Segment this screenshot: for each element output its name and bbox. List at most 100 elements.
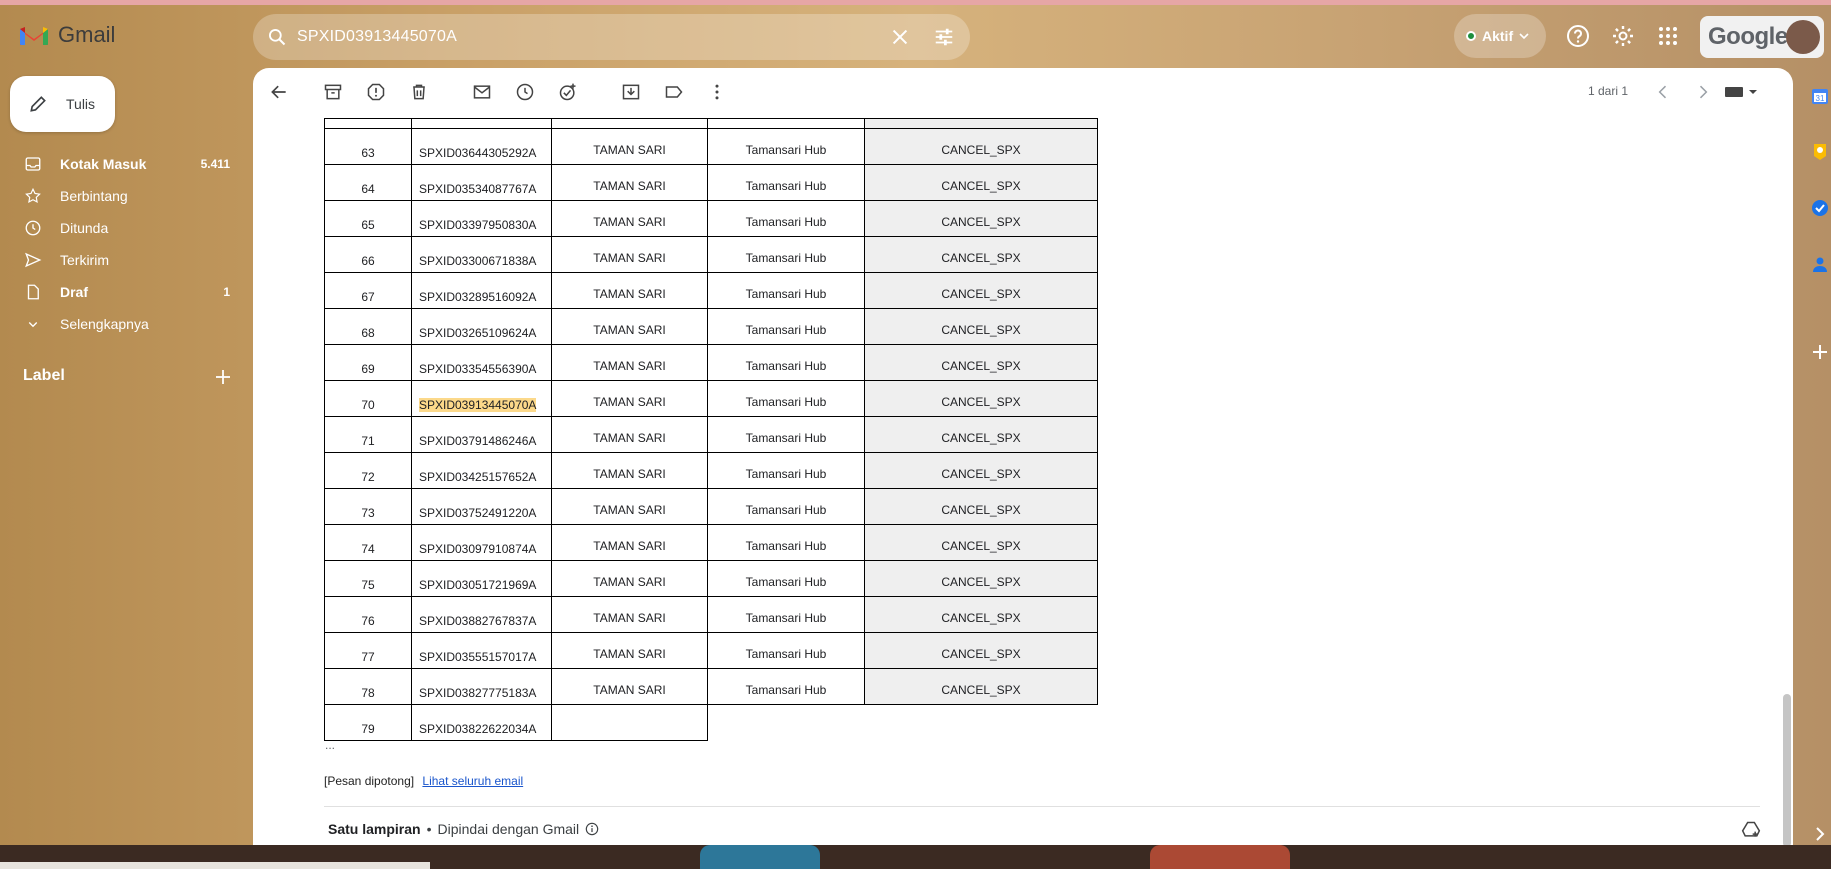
inbox-icon (25, 157, 41, 171)
app-name: Gmail (58, 22, 116, 47)
row-number: 72 (324, 452, 412, 489)
move-to-icon[interactable] (621, 82, 641, 102)
row-number: 78 (324, 668, 412, 705)
settings-gear-icon[interactable] (1611, 24, 1635, 48)
label-tag-icon[interactable] (664, 82, 684, 102)
district-cell-text: TAMAN SARI (593, 683, 666, 697)
trimmed-content-ellipsis[interactable]: ... (325, 738, 335, 752)
hub-cell: Tamansari Hub (707, 632, 865, 669)
add-to-tasks-icon[interactable] (558, 82, 578, 102)
table-row: 66 SPXID03300671838A TAMAN SARI Tamansari H… (324, 236, 1098, 273)
sidebar-item-starred[interactable]: Berbintang (24, 180, 234, 212)
hub-cell-text: Tamansari Hub (745, 467, 827, 481)
status-cell-text: CANCEL_SPX (941, 215, 1021, 229)
truncated-label: [Pesan dipotong] (324, 774, 415, 788)
row-number: 69 (324, 344, 412, 381)
sidebar-item-drafts[interactable]: Draf 1 (24, 276, 234, 308)
archive-icon[interactable] (323, 82, 343, 102)
status-dropdown[interactable]: Aktif (1454, 14, 1546, 58)
hub-cell-text: Tamansari Hub (745, 575, 827, 589)
status-cell: CANCEL_SPX (864, 236, 1098, 273)
search-icon[interactable] (267, 27, 287, 47)
row-number-text: 69 (361, 362, 375, 376)
search-options-icon[interactable] (933, 26, 955, 48)
row-number: 70 (324, 380, 412, 417)
tracking-id-text: SPXID03752491220A (419, 506, 537, 520)
input-tools-icon[interactable] (1723, 82, 1759, 102)
report-spam-icon[interactable] (366, 82, 386, 102)
status-cell-text: CANCEL_SPX (941, 323, 1021, 337)
truncation-notice: [Pesan dipotong] Lihat seluruh email (324, 774, 523, 788)
row-number: 71 (324, 416, 412, 453)
add-label-icon[interactable] (214, 368, 232, 386)
tracking-id-text: SPXID03300671838A (419, 254, 537, 268)
keep-icon[interactable] (1810, 142, 1830, 162)
tracking-id-text: SPXID03397950830A (419, 218, 537, 232)
help-icon[interactable] (1566, 24, 1590, 48)
table-row: 68 SPXID03265109624A TAMAN SARI Tamansari H… (324, 308, 1098, 345)
hub-cell: Tamansari Hub (707, 344, 865, 381)
pencil-icon (30, 96, 46, 112)
sidebar-item-inbox[interactable]: Kotak Masuk 5.411 (24, 148, 234, 180)
scanned-label: Dipindai dengan Gmail (437, 821, 580, 837)
status-cell: CANCEL_SPX (864, 128, 1098, 165)
hub-cell: Tamansari Hub (707, 452, 865, 489)
back-arrow-icon[interactable] (269, 82, 289, 102)
clock-icon (25, 220, 41, 236)
attachment-header: Satu lampiran • Dipindai dengan Gmail (328, 821, 599, 837)
hub-cell-text: Tamansari Hub (745, 287, 827, 301)
google-account-button[interactable]: Google (1700, 16, 1824, 58)
more-vertical-icon[interactable] (707, 82, 727, 102)
contacts-icon[interactable] (1810, 254, 1830, 274)
hub-cell-text: Tamansari Hub (745, 431, 827, 445)
district-cell-text: TAMAN SARI (593, 647, 666, 661)
view-full-email-link[interactable]: Lihat seluruh email (422, 774, 523, 788)
tracking-id: SPXID03425157652A (411, 452, 552, 489)
district-cell-text: TAMAN SARI (593, 359, 666, 373)
tracking-id: SPXID03289516092A (411, 272, 552, 309)
sidebar-item-label: Terkirim (60, 252, 109, 268)
row-number: 75 (324, 560, 412, 597)
compose-button[interactable]: Tulis (10, 76, 115, 132)
calendar-icon[interactable]: 31 (1810, 86, 1830, 106)
add-addon-icon[interactable] (1810, 342, 1830, 362)
google-wordmark: Google (1708, 23, 1788, 50)
gmail-logo[interactable]: Gmail (18, 22, 115, 48)
tracking-id: SPXID03097910874A (411, 524, 552, 561)
district-cell-text: TAMAN SARI (593, 251, 666, 265)
expand-panel-icon[interactable] (1810, 824, 1830, 844)
clear-search-icon[interactable] (889, 26, 911, 48)
sidebar-item-sent[interactable]: Terkirim (24, 244, 234, 276)
hub-cell-text: Tamansari Hub (745, 539, 827, 553)
row-number: 74 (324, 524, 412, 561)
row-number-text: 71 (361, 434, 375, 448)
district-cell: TAMAN SARI (551, 164, 708, 201)
hub-cell: Tamansari Hub (707, 164, 865, 201)
tracking-id: SPXID03791486246A (411, 416, 552, 453)
snooze-clock-icon[interactable] (515, 82, 535, 102)
row-number: 67 (324, 272, 412, 309)
district-cell: TAMAN SARI (551, 632, 708, 669)
avatar[interactable] (1786, 20, 1820, 54)
tracking-id: SPXID03051721969A (411, 560, 552, 597)
status-cell-text: CANCEL_SPX (941, 467, 1021, 481)
search-bar[interactable]: SPXID03913445070A (253, 14, 970, 60)
search-input[interactable]: SPXID03913445070A (297, 28, 457, 46)
scrollbar-thumb[interactable] (1783, 694, 1791, 845)
chevron-right-icon[interactable] (1693, 82, 1713, 102)
mark-unread-icon[interactable] (472, 82, 492, 102)
row-number-text: 64 (361, 182, 375, 196)
chevron-left-icon[interactable] (1653, 82, 1673, 102)
delete-icon[interactable] (409, 82, 429, 102)
district-cell-text: TAMAN SARI (593, 611, 666, 625)
sidebar-item-snoozed[interactable]: Ditunda (24, 212, 234, 244)
tracking-id-text: SPXID03827775183A (419, 686, 537, 700)
info-icon[interactable] (585, 822, 599, 836)
attachment-title: Satu lampiran (328, 821, 421, 837)
add-to-drive-icon[interactable] (1741, 820, 1761, 840)
email-view: 1 dari 1 63 SPXID03644305292A TAMAN SARI Ta… (253, 68, 1793, 845)
hub-cell-text: Tamansari Hub (745, 179, 827, 193)
sidebar-item-more[interactable]: Selengkapnya (24, 308, 234, 340)
tasks-icon[interactable] (1810, 198, 1830, 218)
apps-grid-icon[interactable] (1656, 24, 1680, 48)
